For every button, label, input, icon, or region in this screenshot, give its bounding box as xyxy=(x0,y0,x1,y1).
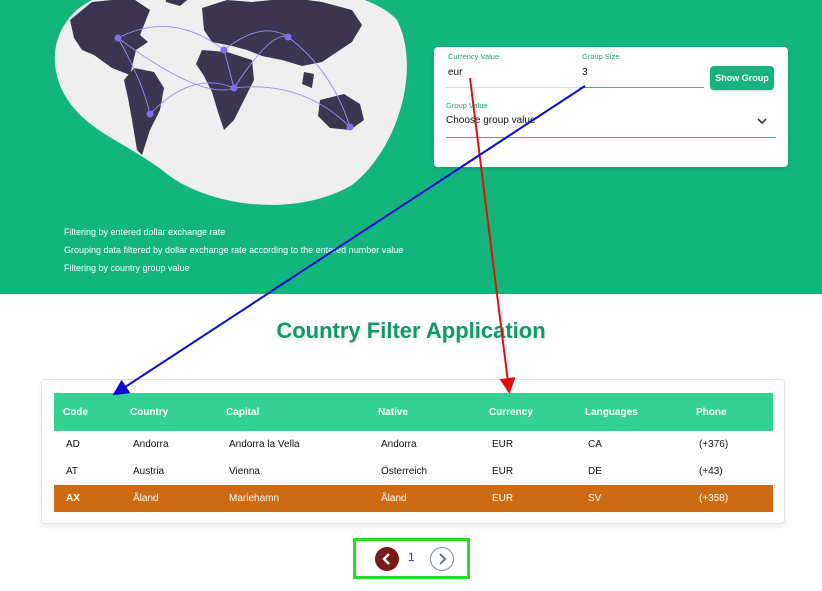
cell-country: Austria xyxy=(133,466,165,477)
cell-country: Åland xyxy=(133,493,159,504)
header-languages: Languages xyxy=(585,406,638,418)
feature-list: Filtering by entered dollar exchange rat… xyxy=(64,223,403,277)
group-value-label: Group Value xyxy=(446,101,488,110)
group-value-underline xyxy=(446,137,776,138)
cell-code: AD xyxy=(66,439,80,450)
header-phone: Phone xyxy=(696,406,727,418)
show-group-button[interactable]: Show Group xyxy=(710,66,774,90)
header-capital: Capital xyxy=(226,406,260,418)
cell-native: Andorra xyxy=(381,439,417,450)
cell-code: AT xyxy=(66,466,79,477)
table-row[interactable]: AT Austria Vienna Österreich EUR DE (+43… xyxy=(54,458,773,485)
cell-currency: EUR xyxy=(492,439,514,450)
cell-code: AX xyxy=(66,493,80,504)
feature-item: Grouping data filtered by dollar exchang… xyxy=(64,245,404,255)
currency-value-input[interactable]: eur xyxy=(448,67,462,78)
chevron-left-icon xyxy=(382,553,390,565)
cell-phone: (+376) xyxy=(699,439,729,450)
world-map-illustration xyxy=(54,0,407,205)
feature-item: Filtering by country group value xyxy=(64,263,190,273)
cell-languages: SV xyxy=(588,493,602,504)
header-currency: Currency xyxy=(489,406,533,418)
cell-capital: Mariehamn xyxy=(229,493,280,504)
pagination: 1 xyxy=(353,538,470,579)
table-header: Code Country Capital Native Currency Lan… xyxy=(54,393,773,431)
cell-capital: Vienna xyxy=(229,466,260,477)
cell-languages: DE xyxy=(588,466,602,477)
table-row-highlighted[interactable]: AX Åland Mariehamn Åland EUR SV (+358) xyxy=(54,485,773,512)
feature-item: Filtering by entered dollar exchange rat… xyxy=(64,227,226,237)
cell-currency: EUR xyxy=(492,493,514,504)
currency-value-label: Currency Value xyxy=(448,52,500,61)
currency-input-underline xyxy=(446,87,580,88)
table-row[interactable]: AD Andorra Andorra la Vella Andorra EUR … xyxy=(54,431,773,458)
cell-native: Åland xyxy=(381,493,407,504)
cell-capital: Andorra la Vella xyxy=(229,439,300,450)
previous-page-button[interactable] xyxy=(375,547,399,571)
filter-card: Currency Value eur Group Size 3 Show Gro… xyxy=(434,47,788,167)
next-page-button[interactable] xyxy=(430,547,454,571)
cell-country: Andorra xyxy=(133,439,169,450)
cell-languages: CA xyxy=(588,439,602,450)
header-country: Country xyxy=(130,406,169,418)
group-size-input[interactable]: 3 xyxy=(582,67,588,78)
group-size-label: Group Size xyxy=(582,52,620,61)
cell-native: Österreich xyxy=(381,466,428,477)
country-table: Code Country Capital Native Currency Lan… xyxy=(41,379,785,524)
header-code: Code xyxy=(63,406,88,418)
cell-phone: (+358) xyxy=(699,493,729,504)
cell-currency: EUR xyxy=(492,466,514,477)
group-value-select[interactable]: Choose group value xyxy=(446,115,536,126)
chevron-down-icon[interactable] xyxy=(756,115,768,127)
header-native: Native xyxy=(378,406,409,418)
group-size-underline xyxy=(580,87,704,88)
current-page[interactable]: 1 xyxy=(408,550,415,564)
page-title: Country Filter Application xyxy=(276,318,546,343)
chevron-right-icon xyxy=(439,553,447,565)
cell-phone: (+43) xyxy=(699,466,723,477)
